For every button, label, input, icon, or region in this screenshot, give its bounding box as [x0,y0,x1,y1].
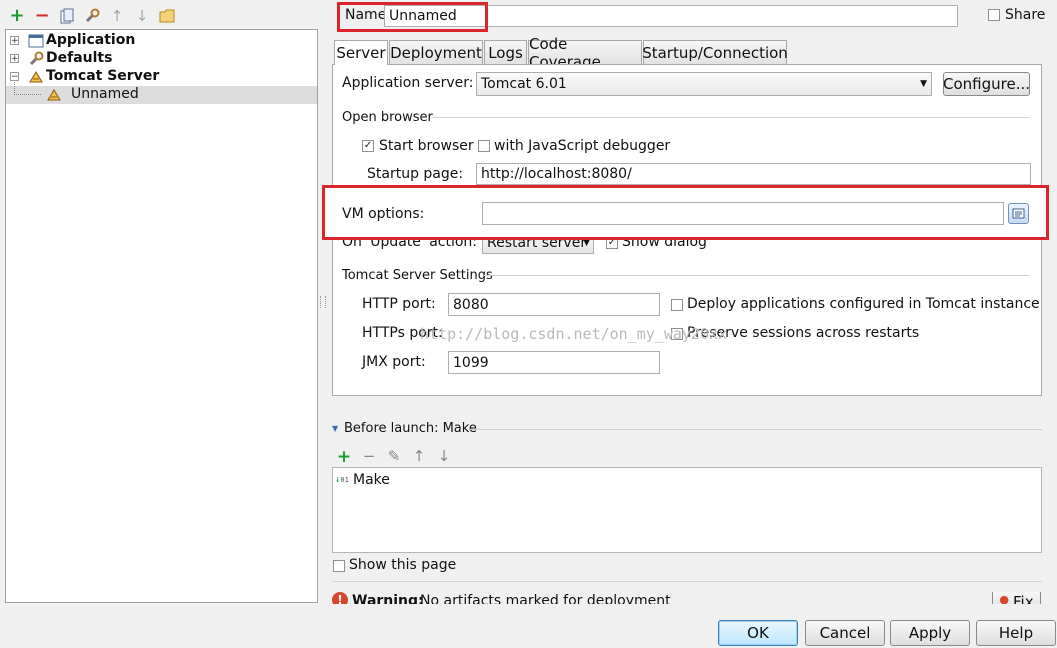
chevron-down-icon: ▼ [920,79,927,89]
tab-deployment[interactable]: Deployment [389,40,483,64]
tab-server[interactable]: Server [334,40,388,65]
tree-label: Application [46,32,136,48]
show-dialog-checkbox[interactable]: ✓ [606,237,618,249]
list-item[interactable]: ↓01 Make [335,471,390,489]
watermark: http://blog.csdn.net/on_my_way20xx [420,325,728,343]
tree-item-tomcat-server[interactable]: − Tomcat Server [6,68,317,86]
folder-icon[interactable] [158,7,176,25]
name-field[interactable]: Unnamed [384,5,958,27]
splitter-handle[interactable] [320,296,326,308]
configure-button[interactable]: Configure... [943,72,1030,96]
remove-task-icon[interactable]: − [361,447,377,465]
warning-row: ! Warning: No artifacts marked for deplo… [332,592,1042,604]
expand-toggle[interactable]: + [10,54,19,64]
deploy-apps-label: Deploy applications configured in Tomcat… [687,296,1040,312]
move-up-icon[interactable]: ↑ [108,7,126,25]
warning-bold: Warning: [352,593,424,604]
move-down-icon[interactable]: ↓ [436,447,452,465]
tab-startup-connection[interactable]: Startup/Connection [642,40,788,64]
cancel-button[interactable]: Cancel [805,620,885,646]
add-icon[interactable]: + [8,7,26,25]
wrench-icon[interactable] [83,7,101,25]
expand-toggle[interactable]: + [10,36,19,46]
warning-icon: ! [332,592,348,604]
jmx-port-field[interactable]: 1099 [448,351,660,374]
start-browser-label: Start browser [379,138,474,154]
js-debugger-checkbox[interactable] [478,140,490,152]
apply-button[interactable]: Apply [890,620,970,646]
share-checkbox[interactable] [988,9,1000,21]
startup-page-field[interactable]: http://localhost:8080/ [476,163,1031,185]
warning-text: No artifacts marked for deployment [420,593,671,604]
separator [332,581,1042,582]
separator [433,117,1029,118]
jmx-port-label: JMX port: [362,354,426,370]
separator [470,429,1042,430]
fix-label: Fix [1013,593,1034,604]
tree-label: Unnamed [71,86,139,102]
tab-code-coverage[interactable]: Code Coverage [528,35,642,71]
open-browser-title: Open browser [342,110,433,125]
chevron-down-icon: ▼ [583,238,590,248]
app-server-label: Application server: [342,75,474,91]
before-launch-list[interactable]: ↓01 Make [332,467,1042,553]
app-server-select[interactable]: Tomcat 6.01 ▼ [476,72,932,96]
move-down-icon[interactable]: ↓ [133,7,151,25]
start-browser-checkbox[interactable]: ✓ [362,140,374,152]
before-launch-title: Before launch: Make [344,421,477,436]
show-dialog-label: Show dialog [622,234,707,250]
tab-logs[interactable]: Logs [484,40,527,64]
configuration-tree[interactable]: + Application + Defaults − Tomcat Server… [5,29,318,603]
add-task-icon[interactable]: + [336,447,352,467]
tree-connector [14,82,41,95]
remove-icon[interactable]: − [33,7,51,25]
copy-icon[interactable] [58,7,76,25]
help-button[interactable]: Help [976,620,1056,646]
fix-button[interactable]: ● Fix [992,592,1041,604]
list-item-label: Make [353,472,390,488]
http-port-label: HTTP port: [362,296,436,312]
on-update-value: Restart server [487,235,587,251]
collapse-triangle-icon[interactable]: ▼ [332,424,338,433]
tree-item-unnamed[interactable]: Unnamed [6,82,317,107]
on-update-select[interactable]: Restart server ▼ [482,232,594,254]
on-update-label: On 'Update' action: [342,234,478,250]
tomcat-icon [46,87,62,107]
tree-item-defaults[interactable]: + Defaults [6,50,317,68]
server-tab-panel [332,64,1042,396]
make-icon: ↓01 [335,475,349,485]
show-this-page-checkbox[interactable] [333,560,345,572]
deploy-apps-checkbox[interactable] [671,299,683,311]
tree-item-application[interactable]: + Application [6,32,317,50]
tree-label: Defaults [46,50,113,66]
separator [484,275,1029,276]
pencil-icon[interactable]: ✎ [386,447,402,465]
app-server-value: Tomcat 6.01 [481,76,567,92]
move-up-icon[interactable]: ↑ [411,447,427,465]
tomcat-settings-title: Tomcat Server Settings [342,268,493,283]
expand-editor-icon-overlay[interactable] [1008,203,1029,224]
share-label: Share [1005,7,1046,23]
startup-page-label: Startup page: [367,166,464,182]
http-port-field[interactable]: 8080 [448,293,660,316]
js-debugger-label: with JavaScript debugger [494,138,671,154]
fix-icon: ● [999,593,1009,604]
tree-label: Tomcat Server [46,68,160,84]
vm-options-label-overlay: VM options: [342,206,425,222]
ok-button[interactable]: OK [718,620,798,646]
vm-options-field-overlay[interactable] [482,202,1004,225]
collapse-toggle[interactable]: − [10,72,19,82]
show-this-page-label: Show this page [349,557,457,573]
